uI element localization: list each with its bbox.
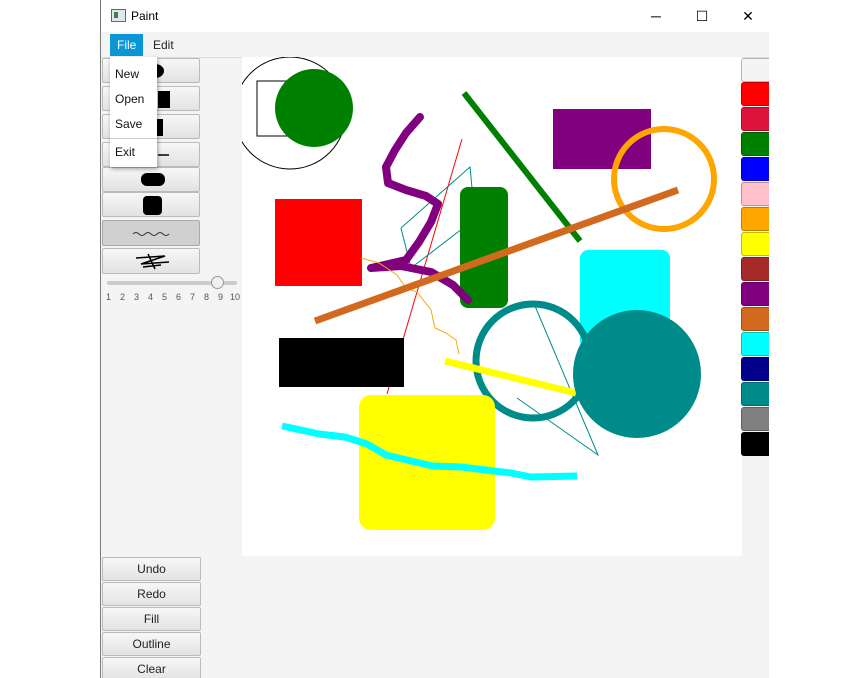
palette-color-swatch[interactable] <box>741 132 769 156</box>
slider-tick: 5 <box>162 292 168 302</box>
minimize-button[interactable]: ─ <box>633 0 679 32</box>
slider-tick: 8 <box>204 292 210 302</box>
palette-color-swatch[interactable] <box>741 207 769 231</box>
palette-color-swatch[interactable] <box>741 282 769 306</box>
palette-color-swatch[interactable] <box>741 58 769 82</box>
palette-color-swatch[interactable] <box>741 432 769 456</box>
palette-color-swatch[interactable] <box>741 82 769 106</box>
rounded-square-icon <box>143 196 162 215</box>
menu-file[interactable]: File <box>110 34 144 56</box>
window-title: Paint <box>131 9 159 23</box>
title-bar[interactable]: Paint ─ ☐ ✕ <box>101 0 769 32</box>
slider-tick: 3 <box>134 292 140 302</box>
stroke-width-slider-thumb[interactable] <box>211 276 224 289</box>
palette-color-swatch[interactable] <box>741 257 769 281</box>
paint-window: Paint ─ ☐ ✕ File Edit 1 2 3 4 5 6 7 8 9 … <box>100 0 769 678</box>
palette-color-swatch[interactable] <box>741 232 769 256</box>
slider-tick: 6 <box>176 292 182 302</box>
palette-color-swatch[interactable] <box>741 332 769 356</box>
freehand-tool-button[interactable] <box>102 220 200 246</box>
palette-color-swatch[interactable] <box>741 182 769 206</box>
redo-button[interactable]: Redo <box>102 582 201 606</box>
app-icon <box>111 9 126 22</box>
slider-tick: 9 <box>218 292 224 302</box>
palette-color-swatch[interactable] <box>741 307 769 331</box>
file-menu-dropdown: New Open Save Exit <box>110 57 157 167</box>
slider-tick: 2 <box>120 292 126 302</box>
palette-color-swatch[interactable] <box>741 382 769 406</box>
slider-tick: 7 <box>190 292 196 302</box>
undo-button[interactable]: Undo <box>102 557 201 581</box>
rounded-square-tool-button[interactable] <box>102 192 200 217</box>
menu-bar: File Edit <box>101 32 769 58</box>
menu-edit[interactable]: Edit <box>146 34 181 56</box>
drawing-canvas[interactable] <box>242 57 742 556</box>
outline-button[interactable]: Outline <box>102 632 201 656</box>
palette-color-swatch[interactable] <box>741 407 769 431</box>
menu-item-save[interactable]: Save <box>115 117 142 131</box>
menu-separator <box>110 138 157 139</box>
palette-color-swatch[interactable] <box>741 107 769 131</box>
scribble-icon <box>135 253 170 270</box>
close-button[interactable]: ✕ <box>725 0 769 32</box>
palette-color-swatch[interactable] <box>741 157 769 181</box>
slider-tick: 1 <box>106 292 112 302</box>
maximize-button[interactable]: ☐ <box>679 0 725 32</box>
menu-item-open[interactable]: Open <box>115 92 144 106</box>
palette-color-swatch[interactable] <box>741 357 769 381</box>
menu-item-exit[interactable]: Exit <box>115 145 135 159</box>
clear-button[interactable]: Clear <box>102 657 201 678</box>
slider-tick: 4 <box>148 292 154 302</box>
rounded-rectangle-icon <box>141 173 165 186</box>
squiggle-icon <box>132 232 170 236</box>
menu-item-new[interactable]: New <box>115 67 139 81</box>
eraser-tool-button[interactable] <box>102 248 200 274</box>
rounded-rect-tool-button[interactable] <box>102 167 200 192</box>
slider-tick: 10 <box>230 292 241 302</box>
fill-button[interactable]: Fill <box>102 607 201 631</box>
